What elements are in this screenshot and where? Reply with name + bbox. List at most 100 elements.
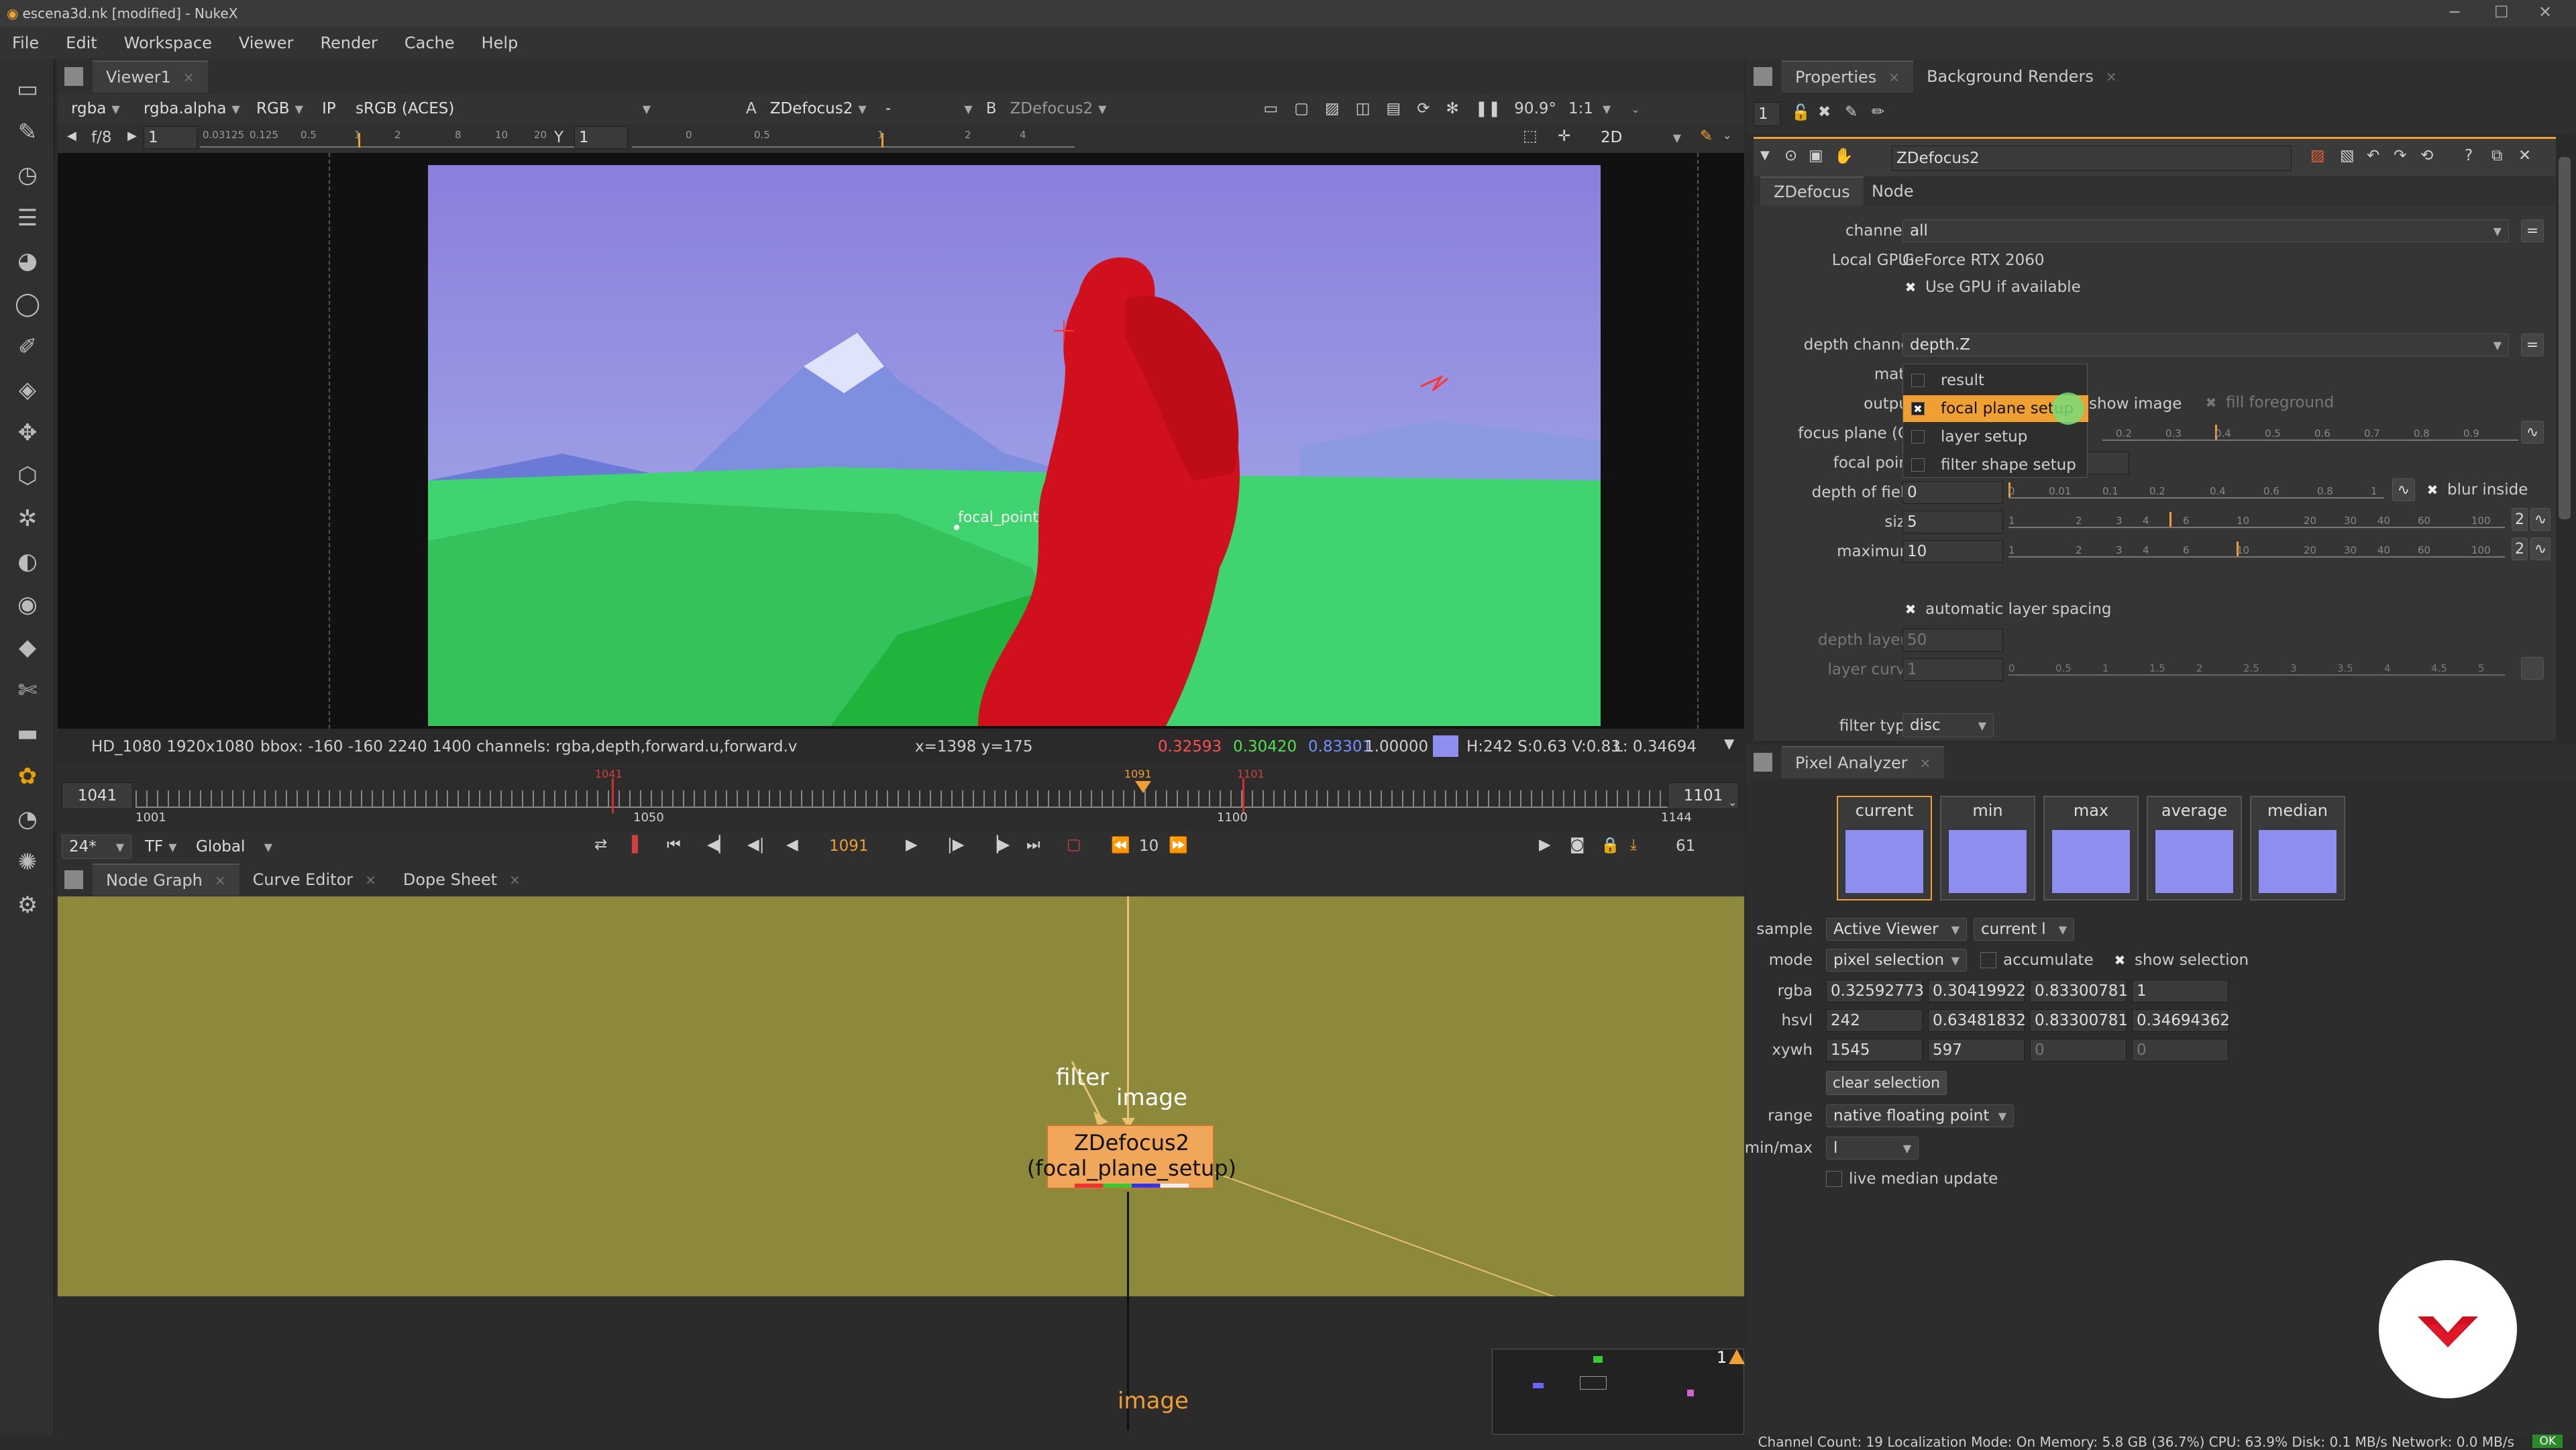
current-frame-field[interactable]: 1091	[829, 837, 869, 855]
3d-tool-icon[interactable]: ⬡	[9, 458, 46, 494]
redo-icon[interactable]: ↷	[2394, 147, 2406, 164]
menu-file[interactable]: File	[12, 34, 39, 52]
rgba-a-field[interactable]: 1	[2132, 980, 2229, 1002]
depth-channel-select[interactable]: depth.Z ▼	[1902, 333, 2509, 356]
safe-area-icon[interactable]: ▢	[1294, 100, 1309, 117]
close-icon[interactable]: ×	[1888, 69, 1900, 85]
crosshair-icon[interactable]: ✛	[1558, 127, 1570, 145]
lock-icon[interactable]: 🔒	[1601, 836, 1620, 854]
dof-field[interactable]: 0	[1902, 481, 2003, 504]
playhead-marker[interactable]	[1135, 781, 1151, 793]
rewind-icon[interactable]: ⏪	[1111, 836, 1130, 854]
pane-menu-icon[interactable]	[64, 67, 83, 86]
disable-icon[interactable]: ⊙	[1784, 147, 1797, 164]
close-icon[interactable]: ×	[365, 872, 376, 888]
metadata-tool-icon[interactable]: ◆	[9, 629, 46, 666]
size-field[interactable]: 5	[1902, 511, 2003, 533]
timeline-collapse-icon[interactable]: ⌄	[1728, 796, 1737, 809]
clear-selection-button[interactable]: clear selection	[1826, 1071, 1947, 1095]
channels-extra-button[interactable]: =	[2521, 219, 2544, 242]
gamma-field[interactable]: 1	[574, 126, 628, 149]
minimize-button[interactable]: ─	[2450, 3, 2459, 21]
tf-select[interactable]: TF ▼	[138, 835, 182, 859]
node-graph-canvas[interactable]: filter image ZDefocus2 (focal_plane_setu…	[58, 896, 1744, 1296]
rgba-b-field[interactable]: 0.83300781	[2030, 980, 2128, 1002]
fast-forward-icon[interactable]: ⏩	[1169, 836, 1188, 854]
focus-plane-curve-button[interactable]: ∿	[2521, 421, 2544, 444]
tab-properties[interactable]: Properties ×	[1782, 60, 1914, 93]
xywh-w-field[interactable]: 0	[2030, 1039, 2127, 1061]
use-gpu-checkbox[interactable]: ✖ Use GPU if available	[1902, 278, 2081, 296]
close-icon[interactable]: ✕	[2518, 147, 2531, 164]
node-color-icon[interactable]: ✋	[1834, 147, 1854, 165]
lut-select[interactable]: sRGB (ACES) ▼	[349, 96, 657, 121]
tab-pixel-analyzer[interactable]: Pixel Analyzer ×	[1782, 746, 1945, 778]
overlay-icon[interactable]: ◫	[1356, 100, 1371, 117]
ip-toggle[interactable]: IP	[315, 96, 349, 121]
roi-select-icon[interactable]: ⬚	[1523, 127, 1538, 145]
dof-slider[interactable]: 0 0.01 0.1 0.2 0.4 0.6 0.8 1	[2008, 478, 2384, 503]
views-tool-icon[interactable]: ◉	[9, 586, 46, 623]
time-tool-icon[interactable]: ◷	[9, 157, 46, 193]
display-select[interactable]: RGB ▼	[250, 96, 315, 121]
transform-tool-icon[interactable]: ✥	[9, 415, 46, 451]
zdefocus-node[interactable]: ZDefocus2 (focal_plane_setup)	[1027, 1125, 1236, 1189]
fill-foreground-checkbox[interactable]: ✖ fill foreground	[2203, 394, 2334, 411]
gain-field[interactable]: 1	[144, 126, 197, 149]
menu-render[interactable]: Render	[320, 34, 377, 52]
pin-icon[interactable]: ✎	[1845, 103, 1858, 121]
xywh-x-field[interactable]: 1545	[1826, 1039, 1923, 1061]
maximize-button[interactable]: ☐	[2494, 3, 2509, 21]
image-tool-icon[interactable]: ▭	[9, 71, 46, 107]
rgba-g-field[interactable]: 0.30419922	[1928, 980, 2026, 1002]
depth-extra-button[interactable]: =	[2521, 333, 2544, 356]
node-graph-lower[interactable]: image 1	[58, 1296, 1745, 1435]
prev-key-icon[interactable]: ◀▏	[707, 836, 731, 853]
ratio-dropdown-icon[interactable]: ▼	[1603, 103, 1611, 115]
dof-curve-button[interactable]: ∿	[2392, 478, 2415, 501]
roi-icon[interactable]: ▭	[1264, 100, 1279, 117]
viewer-icon[interactable]: ▣	[1809, 147, 1823, 164]
in-point-field[interactable]: 1041	[62, 782, 133, 809]
close-icon[interactable]: ×	[215, 872, 226, 888]
wipe-icon[interactable]: ▨	[1325, 100, 1340, 117]
close-icon[interactable]: ×	[509, 872, 521, 888]
keyer-tool-icon[interactable]: ✐	[9, 329, 46, 365]
record-icon[interactable]: ▌	[632, 836, 644, 853]
step-field[interactable]: 10	[1139, 837, 1159, 855]
size-channels-button[interactable]: 2	[2512, 508, 2528, 531]
maximum-channels-button[interactable]: 2	[2512, 537, 2528, 560]
max-panels-field[interactable]: 1	[1754, 102, 1780, 126]
flipbook-icon[interactable]: ▶	[1539, 836, 1551, 853]
xywh-h-field[interactable]: 0	[2132, 1039, 2229, 1061]
lock-icon[interactable]: 🔓	[1791, 103, 1811, 121]
menu-help[interactable]: Help	[482, 34, 519, 52]
menu-edit[interactable]: Edit	[66, 34, 97, 52]
merge-tool-icon[interactable]: ◈	[9, 372, 46, 408]
collapse-arrow-icon[interactable]: ▼	[1760, 148, 1770, 162]
menu-viewer[interactable]: Viewer	[239, 34, 294, 52]
rgba-r-field[interactable]: 0.32592773	[1826, 980, 1924, 1002]
live-median-checkbox[interactable]: live median update	[1826, 1170, 1998, 1188]
layer-curve-button[interactable]	[2521, 657, 2544, 680]
color-icon[interactable]: ▨	[2310, 147, 2325, 164]
paint-icon[interactable]: ✎	[1700, 127, 1713, 145]
close-button[interactable]: ✕	[2538, 3, 2552, 21]
layer-select[interactable]: rgba ▼	[64, 96, 137, 121]
range-select[interactable]: native floating point ▼	[1826, 1104, 2014, 1127]
show-selection-checkbox[interactable]: ✖ show selection	[2112, 951, 2249, 969]
hsvl-v-field[interactable]: 0.83300781	[2030, 1009, 2128, 1032]
edit-icon[interactable]: ▧	[2340, 147, 2355, 164]
depth-layers-field[interactable]: 50	[1902, 629, 2003, 652]
fps-select[interactable]: 24* ▼	[62, 835, 131, 859]
swatch-median[interactable]: median	[2250, 796, 2345, 900]
step-forward-icon[interactable]: ▶	[127, 129, 137, 143]
stereo-icon[interactable]: ▤	[1386, 100, 1401, 117]
tab-curve-editor[interactable]: Curve Editor ×	[239, 864, 390, 896]
xywh-y-field[interactable]: 597	[1928, 1039, 2025, 1061]
gain-slider[interactable]: 0.03125 0.125 0.5 1 2 8 10 20 64	[200, 126, 596, 150]
play-back-icon[interactable]: ◀	[786, 836, 798, 853]
filter-tool-icon[interactable]: ◯	[9, 286, 46, 322]
pane-menu-icon[interactable]	[64, 870, 83, 889]
furnace-tool-icon[interactable]: ✿	[9, 758, 46, 794]
